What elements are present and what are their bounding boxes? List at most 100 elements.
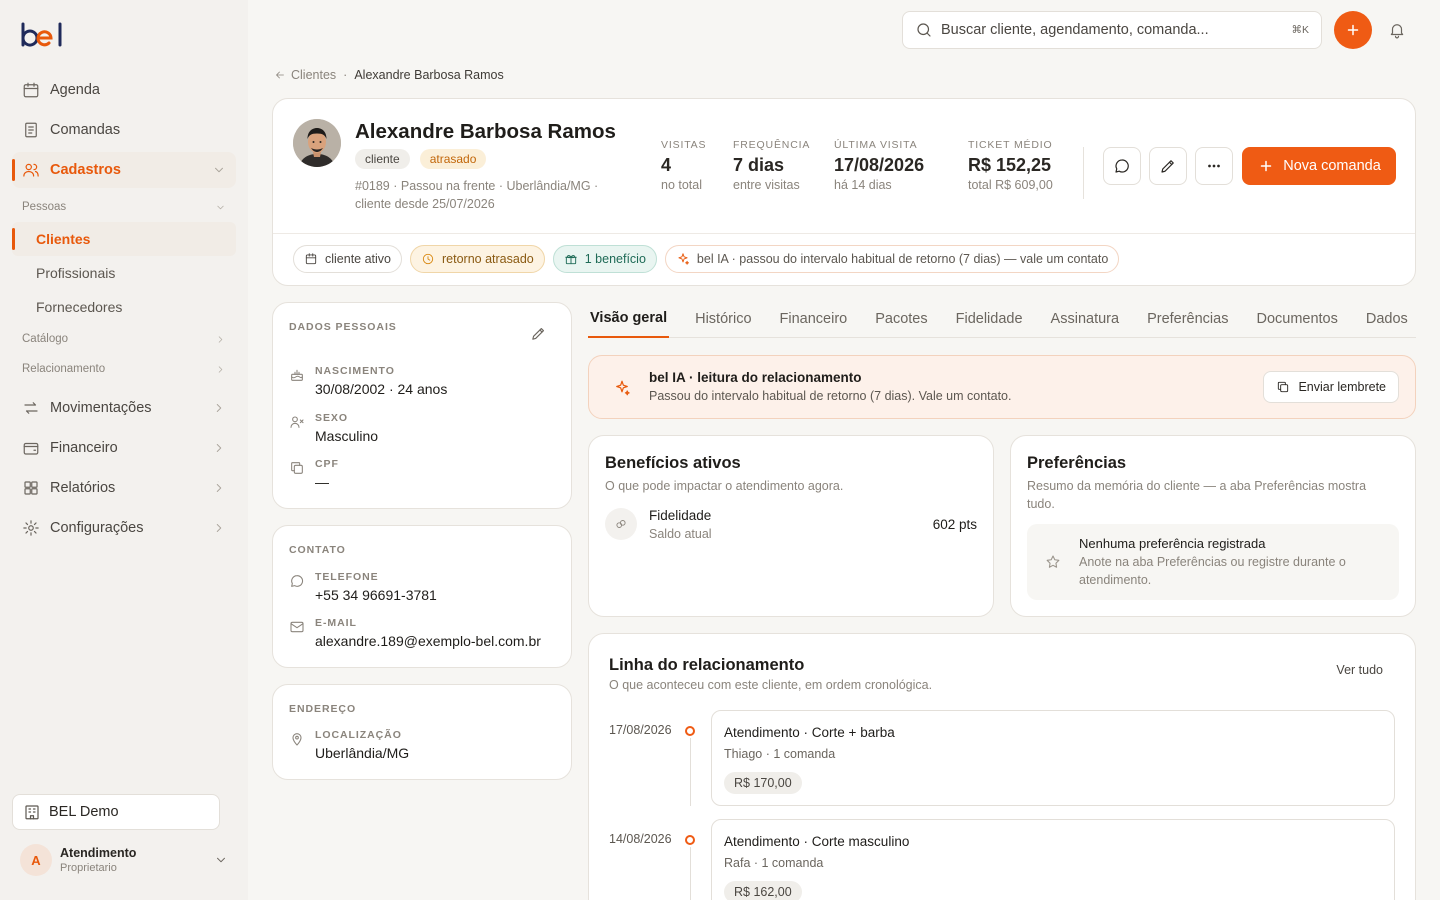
timeline-dot — [685, 726, 695, 736]
link-icon — [616, 520, 626, 528]
search-shortcut: ⌘K — [1291, 24, 1309, 36]
breadcrumb-separator: · — [343, 68, 348, 82]
more-button[interactable] — [1195, 147, 1233, 185]
nav-group-pessoas[interactable]: Pessoas — [12, 192, 236, 222]
breadcrumb-current: Alexandre Barbosa Ramos — [354, 68, 504, 82]
tab-fidelidade[interactable]: Fidelidade — [954, 300, 1025, 338]
chevron-down-icon — [217, 857, 225, 863]
timeline-see-all-link[interactable]: Ver tudo — [1336, 663, 1383, 677]
plus-icon — [1347, 24, 1359, 36]
stat-frequency: FREQUÊNCIA 7 dias entre visitas — [733, 139, 810, 192]
preferences-card: Preferências Resumo da memória do client… — [1010, 435, 1416, 617]
calendar-check-icon — [305, 253, 317, 265]
message-button[interactable] — [1103, 147, 1141, 185]
nav-cadastros-label: Cadastros — [50, 162, 121, 178]
field-birthdate-key: NASCIMENTO — [315, 365, 395, 377]
nav-agenda[interactable]: Agenda — [12, 72, 236, 108]
benefit-value: 602 pts — [932, 517, 977, 532]
status-chips: cliente ativo retorno atrasado 1 benefíc… — [293, 245, 1120, 273]
arrows-icon — [24, 402, 38, 414]
timeline-entry-title: Atendimento · Corte + barba — [724, 725, 895, 740]
client-avatar — [293, 119, 341, 167]
nav-movimentacoes-label: Movimentações — [50, 400, 152, 416]
sidebar: Agenda Comandas Cadastros Pessoas Client… — [0, 0, 248, 900]
tab-financeiro[interactable]: Financeiro — [778, 300, 850, 338]
copy-icon — [1278, 381, 1289, 393]
map-pin-icon — [292, 733, 302, 746]
client-meta: #0189 · Passou na frente · Uberlândia/MG… — [355, 179, 599, 211]
user-menu[interactable]: A Atendimento Proprietario — [12, 840, 236, 880]
tab-visao-geral[interactable]: Visão geral — [588, 300, 670, 338]
timeline-card: Linha do relacionamento O que aconteceu … — [588, 633, 1416, 900]
pencil-icon — [532, 327, 545, 340]
nav-configuracoes-label: Configurações — [50, 520, 144, 536]
field-email-value: alexandre.189@exemplo-bel.com.br — [315, 633, 541, 649]
chip-active[interactable]: cliente ativo — [293, 245, 403, 273]
workspace-button[interactable]: BEL Demo — [12, 794, 220, 830]
tab-documentos[interactable]: Documentos — [1254, 300, 1339, 338]
user-x-icon — [290, 416, 304, 428]
preferences-title: Preferências — [1027, 454, 1127, 472]
breadcrumb: Clientes · Alexandre Barbosa Ramos — [274, 68, 504, 82]
timeline-entry[interactable]: Atendimento · Corte + barba Thiago · 1 c… — [711, 710, 1395, 806]
search-box[interactable]: ⌘K — [902, 11, 1322, 49]
user-name: Atendimento — [60, 846, 137, 860]
timeline-entry-amount: R$ 170,00 — [724, 772, 802, 794]
new-order-button[interactable]: Nova comanda — [1242, 147, 1396, 185]
timeline-line — [690, 847, 691, 900]
contact-title: CONTATO — [289, 544, 346, 556]
field-phone[interactable]: TELEFONE +55 34 96691-3781 — [289, 571, 437, 603]
receipt-icon — [25, 122, 37, 138]
tab-pacotes[interactable]: Pacotes — [873, 300, 929, 338]
chevron-right-icon — [216, 404, 222, 412]
timeline-entry[interactable]: Atendimento · Corte masculino Rafa · 1 c… — [711, 819, 1395, 900]
chevron-down-icon — [217, 205, 224, 209]
nav-comandas[interactable]: Comandas — [12, 112, 236, 148]
workspace-name: BEL Demo — [49, 804, 119, 820]
search-input[interactable] — [941, 22, 1292, 38]
nav-cadastros[interactable]: Cadastros — [12, 152, 236, 188]
field-birthdate-value: 30/08/2002 · 24 anos — [315, 381, 448, 397]
nav-configuracoes[interactable]: Configurações — [12, 510, 236, 546]
tab-dados[interactable]: Dados — [1364, 300, 1410, 338]
tab-preferencias[interactable]: Preferências — [1145, 300, 1230, 338]
benefits-title: Benefícios ativos — [605, 454, 741, 472]
bel-logo[interactable] — [20, 22, 66, 50]
chat-bubble-icon — [1115, 159, 1129, 173]
field-sex-value: Masculino — [315, 428, 379, 444]
sparkle-icon — [678, 253, 689, 265]
send-reminder-button[interactable]: Enviar lembrete — [1263, 371, 1399, 403]
bell-icon — [1390, 24, 1404, 39]
nav-group-relacionamento[interactable]: Relacionamento — [12, 354, 236, 384]
edit-personal-button[interactable] — [530, 325, 547, 342]
chevron-right-icon — [216, 484, 222, 492]
arrow-left-icon[interactable] — [274, 69, 286, 81]
edit-button[interactable] — [1149, 147, 1187, 185]
timeline-dot — [685, 835, 695, 845]
timeline-title: Linha do relacionamento — [609, 656, 805, 674]
tab-historico[interactable]: Histórico — [693, 300, 753, 338]
quick-add-button[interactable] — [1334, 11, 1372, 49]
nav-sub-clientes[interactable]: Clientes — [12, 222, 236, 256]
field-phone-value: +55 34 96691-3781 — [315, 587, 437, 603]
gift-icon — [565, 254, 577, 265]
field-email[interactable]: E-MAIL alexandre.189@exemplo-bel.com.br — [289, 617, 541, 649]
grid-icon — [24, 481, 38, 495]
tab-assinatura[interactable]: Assinatura — [1049, 300, 1122, 338]
nav-group-catalogo[interactable]: Catálogo — [12, 324, 236, 354]
breadcrumb-back[interactable]: Clientes — [291, 68, 336, 82]
ai-insight-title: bel IA · leitura do relacionamento — [649, 370, 862, 385]
nav-relatorios[interactable]: Relatórios — [12, 470, 236, 506]
personal-data-title: DADOS PESSOAIS — [289, 321, 397, 333]
chip-overdue[interactable]: retorno atrasado — [410, 245, 545, 273]
calendar-icon — [23, 82, 39, 98]
nav-movimentacoes[interactable]: Movimentações — [12, 390, 236, 426]
notifications-button[interactable] — [1388, 21, 1406, 39]
nav-financeiro-label: Financeiro — [50, 440, 118, 456]
nav-sub-profissionais[interactable]: Profissionais — [12, 256, 236, 290]
chip-benefit[interactable]: 1 benefício — [552, 245, 657, 273]
chip-ai-insight[interactable]: bel IA · passou do intervalo habitual de… — [664, 245, 1120, 273]
loyalty-icon-wrap — [605, 508, 637, 540]
nav-financeiro[interactable]: Financeiro — [12, 430, 236, 466]
nav-sub-fornecedores[interactable]: Fornecedores — [12, 290, 236, 324]
